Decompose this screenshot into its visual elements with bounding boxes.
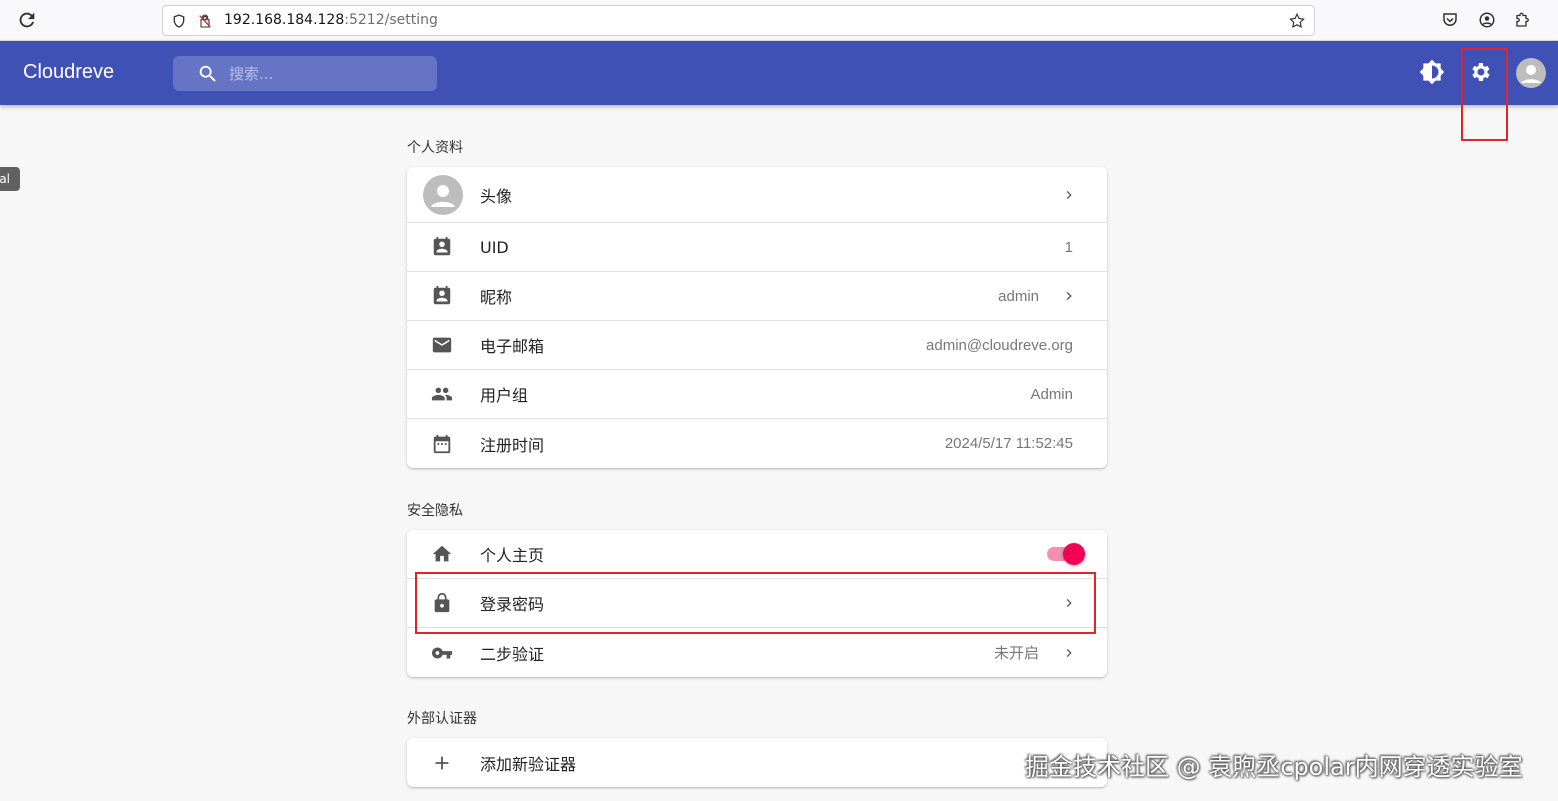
row-twofa[interactable]: 二步验证 未开启: [407, 628, 1107, 677]
search-box[interactable]: [173, 56, 437, 91]
row-label: UID: [480, 237, 509, 257]
uid-value: 1: [1064, 238, 1073, 256]
group-value: Admin: [1030, 385, 1073, 403]
profile-card: 头像 UID 1 昵称 admin 电子邮箱 admin@cloudreve.o…: [407, 167, 1107, 468]
url-host: 192.168.184.128: [224, 12, 345, 28]
side-tooltip: al: [0, 167, 20, 191]
row-uid: UID 1: [407, 223, 1107, 272]
insecure-lock-icon[interactable]: [197, 13, 213, 29]
row-label: 电子邮箱: [480, 337, 545, 356]
calendar-icon: [433, 434, 451, 453]
badge-icon: [433, 285, 451, 305]
row-group: 用户组 Admin: [407, 370, 1107, 419]
authenticators-card: 添加新验证器: [407, 738, 1107, 787]
row-registered: 注册时间 2024/5/17 11:52:45: [407, 419, 1107, 468]
user-avatar[interactable]: [1516, 58, 1546, 88]
pocket-icon[interactable]: [1441, 11, 1459, 29]
twofa-status: 未开启: [993, 645, 1039, 662]
bookmark-star-icon[interactable]: [1288, 12, 1306, 30]
home-icon: [432, 545, 452, 562]
row-label: 个人主页: [480, 546, 545, 565]
row-email: 电子邮箱 admin@cloudreve.org: [407, 321, 1107, 370]
account-icon[interactable]: [1478, 11, 1496, 29]
browser-toolbar: 192.168.184.128:5212/setting: [0, 0, 1558, 41]
section-title-security: 安全隐私: [407, 503, 463, 519]
section-title-authenticators: 外部认证器: [407, 711, 477, 727]
person-icon: [1521, 65, 1541, 83]
url-path: :5212/setting: [344, 12, 438, 28]
app-bar: Cloudreve: [0, 41, 1558, 105]
row-nickname[interactable]: 昵称 admin: [407, 272, 1107, 321]
row-label: 二步验证: [480, 644, 545, 664]
chevron-right-icon: [1066, 190, 1072, 199]
theme-toggle-button[interactable]: [1417, 57, 1447, 87]
chevron-right-icon: [1066, 292, 1072, 300]
address-bar[interactable]: 192.168.184.128:5212/setting: [162, 5, 1315, 36]
toggle-thumb: [1063, 543, 1085, 565]
row-avatar[interactable]: 头像: [407, 167, 1107, 223]
homepage-toggle[interactable]: [1045, 542, 1085, 566]
row-label: 用户组: [480, 386, 529, 405]
plus-icon: [435, 756, 449, 769]
row-label: 注册时间: [480, 435, 545, 455]
row-label: 昵称: [480, 288, 513, 307]
row-add-authenticator[interactable]: 添加新验证器: [407, 738, 1107, 787]
row-label: 头像: [480, 186, 513, 206]
profile-avatar: [423, 174, 463, 215]
registered-value: 2024/5/17 11:52:45: [944, 435, 1073, 452]
reload-icon[interactable]: [16, 9, 38, 31]
watermark: 掘金技术社区 @ 袁煦丞cpolar内网穿透实验室: [1025, 753, 1523, 781]
extensions-icon[interactable]: [1514, 11, 1532, 29]
section-title-profile: 个人资料: [407, 140, 463, 156]
person-icon: [431, 184, 455, 207]
highlight-password-box: [415, 572, 1096, 634]
group-icon: [431, 387, 453, 401]
brand-title[interactable]: Cloudreve: [23, 61, 114, 84]
shield-icon[interactable]: [171, 13, 187, 29]
row-label: 添加新验证器: [480, 754, 577, 774]
brightness-icon: [1419, 59, 1445, 85]
badge-icon: [433, 236, 451, 256]
key-icon: [431, 647, 453, 658]
nickname-value: admin: [998, 287, 1039, 305]
highlight-settings-box: [1461, 48, 1508, 141]
mail-icon: [432, 337, 452, 353]
search-icon: [199, 65, 216, 82]
email-value: admin@cloudreve.org: [926, 336, 1073, 354]
url-text[interactable]: 192.168.184.128:5212/setting: [224, 12, 438, 28]
search-input[interactable]: [229, 63, 419, 85]
chevron-right-icon: [1066, 648, 1072, 657]
